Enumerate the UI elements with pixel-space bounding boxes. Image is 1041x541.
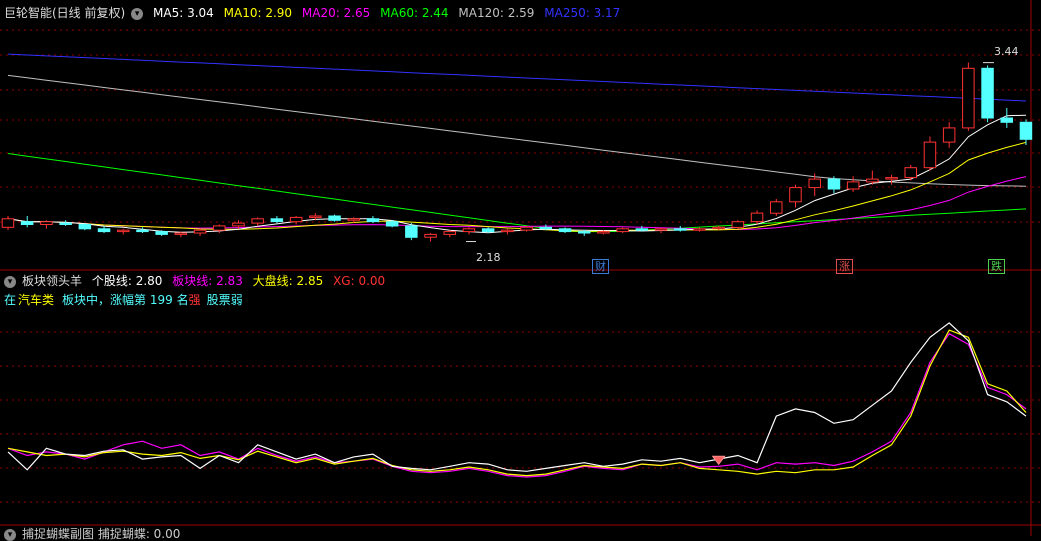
candle-body xyxy=(174,232,188,235)
candle-body xyxy=(1019,121,1033,140)
candle-body xyxy=(578,231,591,234)
candle-body xyxy=(78,224,92,230)
candle-body xyxy=(462,228,476,233)
candle-body xyxy=(539,226,552,230)
candle-body xyxy=(481,228,495,233)
candle-body xyxy=(20,221,34,225)
ma250-value: MA250: 3.17 xyxy=(544,6,621,20)
info-sector: 汽车类 xyxy=(18,293,55,307)
low-price-label: 2.18 xyxy=(476,251,501,264)
candle-body xyxy=(770,201,783,214)
candle-body xyxy=(616,228,629,233)
xg-value: XG: 0.00 xyxy=(333,274,386,288)
candle-body xyxy=(827,178,841,190)
chevron-down-icon[interactable]: ▾ xyxy=(4,275,16,288)
candle-body xyxy=(808,178,821,189)
ma60-line xyxy=(7,153,1027,233)
bottom-header: ▾ 捕捉蝴蝶副图 捕捉蝴蝶: 0.00 xyxy=(4,527,186,541)
stock-line-value: 个股线: 2.80 xyxy=(91,274,163,288)
candle-body xyxy=(443,231,456,235)
candle-body xyxy=(942,127,956,143)
candle-body xyxy=(904,167,917,179)
candle-body xyxy=(385,221,399,227)
finance-event-tag[interactable]: 财 xyxy=(592,259,609,274)
candle-body xyxy=(213,225,226,231)
candle-body xyxy=(1000,117,1013,123)
ma5-value: MA5: 3.04 xyxy=(153,6,214,20)
stock-line-series xyxy=(7,322,1027,472)
candle-body xyxy=(270,218,284,223)
candle-body xyxy=(309,215,322,218)
candle-body xyxy=(366,218,380,223)
ma60-value: MA60: 2.44 xyxy=(380,6,449,20)
bottom-indicator: 捕捉蝴蝶副图 捕捉蝴蝶: 0.00 xyxy=(22,527,181,541)
ma120-value: MA120: 2.59 xyxy=(458,6,535,20)
candle-body xyxy=(885,177,898,180)
candle-body xyxy=(251,218,264,224)
sub-header: ▾ 板块领头羊 个股线: 2.80 板块线: 2.83 大盘线: 2.85 XG:… xyxy=(4,274,391,288)
candle-body xyxy=(289,216,303,223)
sub-info: 在汽车类 板块中，涨幅第 199 名强 股票弱 xyxy=(4,293,249,307)
limit-up-event-tag[interactable]: 涨 xyxy=(836,259,853,274)
candle-body xyxy=(712,226,725,230)
ma120-line xyxy=(7,74,1027,187)
candle-body xyxy=(789,187,802,203)
info-prefix: 在 xyxy=(4,293,17,307)
ma20-value: MA20: 2.65 xyxy=(301,6,371,20)
sector-line-value: 板块线: 2.83 xyxy=(172,274,243,288)
candle-body xyxy=(923,141,937,169)
info-middle: 板块中，涨幅第 199 名 xyxy=(62,293,189,307)
candle-body xyxy=(1,218,15,228)
candle-body xyxy=(674,228,687,231)
candle-body xyxy=(424,233,437,238)
ma250-line xyxy=(7,53,1027,102)
candle-body xyxy=(846,181,860,190)
market-line-value: 大盘线: 2.85 xyxy=(252,274,324,288)
candle-body xyxy=(731,221,745,228)
candle-body xyxy=(117,229,130,233)
candle-body xyxy=(558,228,572,233)
candle-body xyxy=(693,228,706,231)
kline-chart xyxy=(0,0,1041,536)
chevron-down-icon[interactable]: ▾ xyxy=(4,528,16,541)
candle-body xyxy=(520,226,533,231)
candle-body xyxy=(597,231,610,234)
info-strength: 强 xyxy=(188,293,201,307)
candle-body xyxy=(981,67,994,119)
candle-body xyxy=(40,221,53,225)
stock-title: 巨轮智能(日线 前复权) xyxy=(4,6,126,20)
candle-body xyxy=(962,67,975,129)
candle-body xyxy=(193,229,207,234)
candle-body xyxy=(405,225,418,238)
ma10-value: MA10: 2.90 xyxy=(223,6,293,20)
candle-body xyxy=(635,228,649,231)
info-suffix: 股票弱 xyxy=(206,293,243,307)
candle-body xyxy=(59,222,72,226)
market-line-series xyxy=(7,329,1027,477)
high-price-label: 3.44 xyxy=(994,45,1019,58)
candle-body xyxy=(654,228,668,231)
main-header: 巨轮智能(日线 前复权) ▾ MA5: 3.04 MA10: 2.90 MA20:… xyxy=(4,6,626,20)
candle-body xyxy=(97,228,111,233)
candle-body xyxy=(750,212,764,223)
candle-body xyxy=(232,222,245,227)
limit-down-event-tag[interactable]: 跌 xyxy=(988,259,1005,274)
candle-body xyxy=(866,178,879,183)
chevron-down-icon[interactable]: ▾ xyxy=(131,7,144,20)
candle-body xyxy=(136,229,149,233)
candle-body xyxy=(328,215,341,221)
candle-body xyxy=(155,231,168,235)
candle-body xyxy=(501,229,514,233)
candle-body xyxy=(347,218,360,221)
indicator-name: 板块领头羊 xyxy=(22,274,83,288)
